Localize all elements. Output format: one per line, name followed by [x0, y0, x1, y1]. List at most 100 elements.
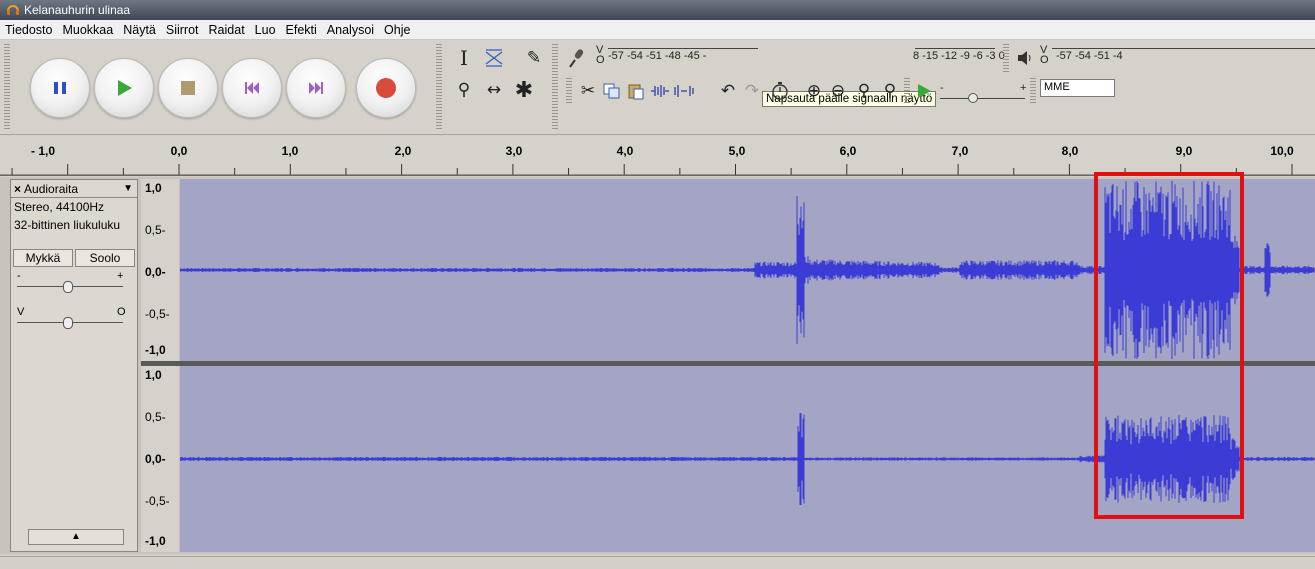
speed-plus: + [1020, 82, 1027, 94]
toolbar-area: I ✎ ⚲ ↔ ✱ V O -57 -54 -51 -48 -45 - 8 -1… [0, 40, 1315, 135]
ruler-label: 2,0 [394, 144, 412, 158]
skip-to-start-icon [245, 82, 259, 94]
menu-nayta[interactable]: Näytä [118, 23, 161, 37]
play-meter-channel-o: O [1040, 54, 1049, 66]
skip-to-start-button[interactable] [222, 58, 282, 118]
fit-project-icon[interactable]: ⚲ [878, 79, 902, 103]
ruler-ticks [0, 164, 1315, 176]
zoom-tool-icon[interactable]: ⚲ [452, 78, 476, 102]
menu-tiedosto[interactable]: Tiedosto [0, 23, 57, 37]
play-speed-slider[interactable] [940, 98, 1025, 99]
multi-tool-icon[interactable]: ✱ [512, 78, 536, 103]
toolbar-grip[interactable] [1003, 44, 1009, 74]
zoom-out-icon[interactable]: ⊖ [826, 79, 850, 103]
silence-audio-icon[interactable] [672, 79, 696, 103]
track-name[interactable]: Audioraita [24, 182, 123, 196]
play-button[interactable] [94, 58, 154, 118]
gain-plus-label: + [117, 270, 124, 282]
vruler-label: 1,0 [145, 181, 162, 195]
sync-lock-icon[interactable] [768, 79, 792, 103]
draw-tool-icon[interactable]: ✎ [522, 46, 546, 70]
vruler-label: -1,0 [145, 534, 166, 548]
menu-luo[interactable]: Luo [250, 23, 281, 37]
record-meter-track-right[interactable] [915, 48, 995, 49]
track-close-button[interactable]: × [14, 182, 21, 196]
ruler-label: 9,0 [1175, 144, 1193, 158]
toolbar-grip[interactable] [904, 78, 910, 104]
audio-host-select[interactable]: MME [1040, 79, 1115, 97]
stop-icon [181, 81, 195, 95]
record-meter-channel-o: O [596, 54, 605, 66]
speaker-icon[interactable] [1014, 46, 1038, 70]
track-name-row: × Audioraita ▼ [11, 180, 137, 198]
headphones-icon [7, 5, 19, 15]
collapse-track-button[interactable]: ▲ [28, 529, 124, 545]
trim-audio-icon[interactable] [648, 79, 672, 103]
copy-icon[interactable] [600, 79, 624, 103]
menu-siirrot[interactable]: Siirrot [161, 23, 204, 37]
skip-to-end-button[interactable] [286, 58, 346, 118]
time-shift-tool-icon[interactable]: ↔ [482, 78, 506, 102]
gain-minus-label: - [17, 270, 21, 282]
play-at-speed-icon[interactable] [912, 79, 936, 103]
envelope-tool-icon[interactable] [482, 46, 506, 70]
status-bar [0, 556, 1315, 569]
vruler-label: 1,0 [145, 368, 162, 382]
menu-muokkaa[interactable]: Muokkaa [57, 23, 118, 37]
pan-slider-thumb[interactable] [63, 317, 73, 329]
undo-icon[interactable]: ↶ [716, 79, 740, 103]
mute-button[interactable]: Mykkä [13, 249, 73, 267]
toolbar-grip[interactable] [436, 44, 442, 130]
vruler-label: -0,5- [145, 494, 170, 508]
play-meter-scale: -57 -54 -51 -4 [1056, 50, 1123, 62]
vruler-label: -1,0 [145, 343, 166, 357]
track-menu-dropdown-icon[interactable]: ▼ [123, 183, 133, 194]
toolbar-grip[interactable] [4, 44, 10, 130]
trim-icon[interactable]: ✂ [576, 79, 600, 103]
ruler-label: 4,0 [616, 144, 634, 158]
menu-analysoi[interactable]: Analysoi [322, 23, 379, 37]
fit-selection-icon[interactable]: ⚲ [852, 79, 876, 103]
ruler-label: 3,0 [505, 144, 523, 158]
menu-ohje[interactable]: Ohje [379, 23, 415, 37]
track-control-panel: × Audioraita ▼ Stereo, 44100Hz 32-bittin… [10, 179, 138, 552]
paste-icon[interactable] [624, 79, 648, 103]
solo-button[interactable]: Soolo [75, 249, 135, 267]
ruler-label: 6,0 [839, 144, 857, 158]
play-icon [118, 80, 132, 96]
toolbar-grip[interactable] [566, 78, 572, 104]
toolbar-grip[interactable] [1030, 78, 1036, 104]
play-speed-thumb[interactable] [968, 93, 978, 103]
ruler-label: 0,0 [170, 144, 188, 158]
title-bar: Kelanauhurin ulinaa [0, 0, 1315, 20]
window-title: Kelanauhurin ulinaa [24, 3, 131, 17]
menu-raidat[interactable]: Raidat [204, 23, 250, 37]
play-meter-track[interactable] [1052, 48, 1315, 49]
selection-tool-icon[interactable]: I [452, 46, 476, 70]
microphone-icon[interactable] [566, 46, 590, 70]
menu-efekti[interactable]: Efekti [281, 23, 322, 37]
vruler-label: 0,5- [145, 410, 166, 424]
record-meter-scale-tail: 8 -15 -12 -9 -6 -3 0 [913, 50, 1005, 62]
ruler-label: - 1,0 [30, 144, 56, 158]
redo-icon[interactable]: ↷ [740, 79, 764, 103]
pause-button[interactable] [30, 58, 90, 118]
pan-left-label: V [17, 306, 25, 318]
vertical-ruler-right-channel: 1,0 0,5- 0,0- -0,5- -1,0 [141, 366, 179, 552]
vruler-label: -0,5- [145, 307, 170, 321]
stop-button[interactable] [158, 58, 218, 118]
vruler-label: 0,0- [145, 452, 166, 466]
ruler-label: 10,0 [1270, 144, 1294, 158]
gain-slider-thumb[interactable] [63, 281, 73, 293]
vruler-label: 0,0- [145, 265, 166, 279]
zoom-in-icon[interactable]: ⊕ [802, 79, 826, 103]
pan-right-label: O [117, 306, 126, 318]
record-meter-track[interactable] [608, 48, 758, 49]
timeline-ruler[interactable]: - 1,0 0,0 1,0 2,0 3,0 4,0 5,0 6,0 7,0 8,… [0, 136, 1315, 176]
skip-to-end-icon [309, 82, 323, 94]
toolbar-grip[interactable] [552, 44, 558, 130]
menu-bar: Tiedosto Muokkaa Näytä Siirrot Raidat Lu… [0, 20, 1315, 40]
ruler-label: 8,0 [1061, 144, 1079, 158]
record-button[interactable] [356, 58, 416, 118]
highlight-box [1094, 172, 1244, 519]
